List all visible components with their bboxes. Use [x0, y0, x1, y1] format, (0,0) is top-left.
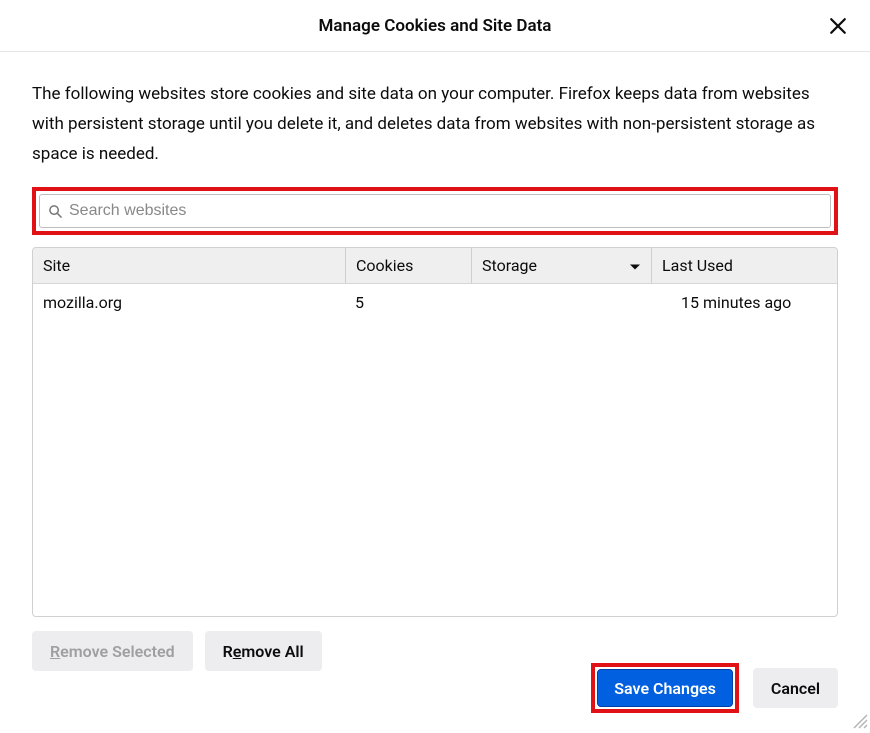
column-header-cookies[interactable]: Cookies — [345, 248, 471, 283]
close-button[interactable] — [824, 13, 852, 41]
search-highlight-frame — [32, 187, 838, 235]
column-header-lastused[interactable]: Last Used — [651, 248, 837, 283]
save-highlight-frame: Save Changes — [591, 663, 739, 713]
close-icon — [829, 17, 847, 38]
column-header-site[interactable]: Site — [33, 248, 345, 283]
remove-all-button[interactable]: Remove All — [205, 631, 322, 671]
dialog-title: Manage Cookies and Site Data — [319, 16, 552, 36]
save-changes-button[interactable]: Save Changes — [597, 669, 733, 707]
search-input[interactable] — [69, 195, 822, 227]
remove-selected-button: Remove Selected — [32, 631, 193, 671]
table-row[interactable]: mozilla.org 5 15 minutes ago — [33, 284, 837, 321]
cell-site: mozilla.org — [33, 293, 345, 312]
cell-cookies: 5 — [345, 293, 471, 312]
cell-lastused: 15 minutes ago — [651, 293, 837, 312]
sites-table: Site Cookies Storage Last Used mozilla.o… — [32, 247, 838, 617]
sort-descending-icon — [629, 256, 641, 275]
column-header-storage[interactable]: Storage — [471, 248, 651, 283]
search-icon — [48, 204, 63, 219]
resize-grip-icon[interactable] — [850, 711, 868, 729]
cancel-button[interactable]: Cancel — [753, 668, 838, 708]
dialog-description: The following websites store cookies and… — [32, 80, 838, 169]
